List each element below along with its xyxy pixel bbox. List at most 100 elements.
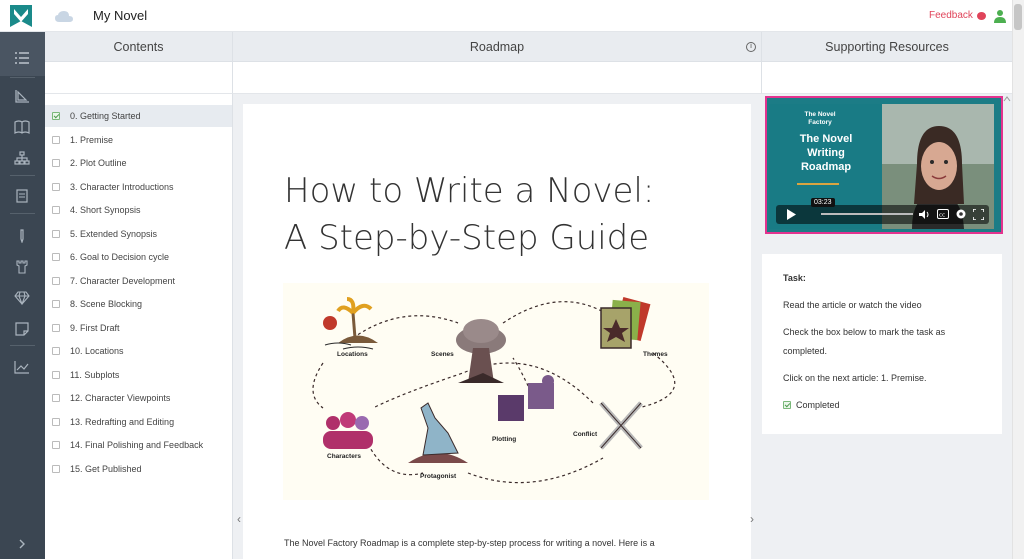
note-icon[interactable] <box>14 322 30 336</box>
contents-item-checkbox[interactable] <box>52 323 60 332</box>
user-icon[interactable] <box>994 9 1006 23</box>
next-arrow-icon[interactable]: › <box>750 512 760 526</box>
expand-icon[interactable] <box>14 537 30 551</box>
contents-item-label: 7. Character Development <box>70 275 176 286</box>
contents-item-checkbox[interactable] <box>52 417 60 426</box>
contents-item[interactable]: 13. Redrafting and Editing <box>45 411 232 433</box>
chart-icon[interactable] <box>14 89 30 103</box>
roadmap-header: Roadmap <box>233 32 762 62</box>
contents-item[interactable]: 4. Short Synopsis <box>45 199 232 221</box>
contents-item-checkbox[interactable] <box>52 464 60 473</box>
article-heading-line-1: How to Write a Novel: <box>284 171 655 211</box>
contents-item[interactable]: 7. Character Development <box>45 270 232 292</box>
contents-header-label: Contents <box>113 39 164 54</box>
contents-item-label: 10. Locations <box>70 346 124 356</box>
contents-toolbar <box>45 62 233 94</box>
roadmap-illustration <box>283 283 709 500</box>
contents-item-label: 8. Scene Blocking <box>70 299 143 309</box>
contents-item-checkbox[interactable] <box>52 370 60 379</box>
contents-item-checkbox[interactable] <box>52 347 60 355</box>
contents-item-checkbox[interactable] <box>52 276 60 285</box>
resources-header: Supporting Resources <box>762 32 1012 62</box>
contents-item[interactable]: 0. Getting Started <box>45 105 232 127</box>
contents-item-label: 2. Plot Outline <box>70 158 127 168</box>
video-time-tooltip: 03:23 <box>811 198 835 207</box>
feedback-link[interactable]: Feedback <box>929 10 986 21</box>
captions-icon[interactable]: cc <box>937 209 949 219</box>
notebook-icon[interactable] <box>14 189 30 203</box>
contents-item-checkbox[interactable] <box>52 182 60 191</box>
illustration-label-plotting: Plotting <box>492 436 517 443</box>
tower-icon[interactable] <box>14 260 30 274</box>
previous-arrow-icon[interactable]: ‹ <box>237 512 247 526</box>
contents-item[interactable]: 15. Get Published <box>45 458 232 480</box>
illustration-label-scenes: Scenes <box>431 351 454 358</box>
completed-checkbox[interactable] <box>783 401 791 409</box>
illustration-label-conflict: Conflict <box>573 431 598 438</box>
contents-item[interactable]: 10. Locations <box>45 340 232 362</box>
contents-item[interactable]: 1. Premise <box>45 129 232 151</box>
contents-item-checkbox[interactable] <box>52 206 60 214</box>
top-bar: My Novel Feedback <box>0 0 1024 32</box>
video-title-divider <box>797 183 839 185</box>
contents-item[interactable]: 2. Plot Outline <box>45 152 232 174</box>
contents-item[interactable]: 8. Scene Blocking <box>45 293 232 315</box>
project-title[interactable]: My Novel <box>93 8 147 23</box>
contents-item[interactable]: 3. Character Introductions <box>45 176 232 198</box>
task-line-1: Read the article or watch the video <box>783 300 922 310</box>
org-chart-icon[interactable] <box>14 151 30 165</box>
fullscreen-icon[interactable] <box>973 209 984 220</box>
completed-toggle[interactable]: Completed <box>783 400 840 410</box>
contents-item[interactable]: 5. Extended Synopsis <box>45 223 232 245</box>
list-icon[interactable] <box>14 51 30 65</box>
left-navigation-rail <box>0 32 45 559</box>
contents-item-label: 4. Short Synopsis <box>70 205 141 215</box>
page-scrollbar[interactable] <box>1012 0 1024 559</box>
contents-item-label: 0. Getting Started <box>70 111 141 121</box>
contents-item[interactable]: 12. Character Viewpoints <box>45 387 232 409</box>
settings-gear-icon[interactable] <box>955 208 967 220</box>
svg-text:cc: cc <box>939 213 945 219</box>
article-body: The Novel Factory Roadmap is a complete … <box>284 538 655 548</box>
contents-item-label: 3. Character Introductions <box>70 181 174 192</box>
contents-item-label: 5. Extended Synopsis <box>70 228 158 239</box>
contents-item[interactable]: 9. First Draft <box>45 317 232 339</box>
trend-icon[interactable] <box>14 360 30 374</box>
contents-item-checkbox[interactable] <box>52 441 60 449</box>
explosion-cloud-icon <box>463 319 499 343</box>
contents-item[interactable]: 6. Goal to Decision cycle <box>45 246 232 268</box>
task-line-2b: completed. <box>783 346 828 356</box>
info-icon[interactable]: i <box>746 42 756 52</box>
contents-item[interactable]: 14. Final Polishing and Feedback <box>45 434 232 456</box>
puzzle-icon <box>542 375 554 387</box>
video-brand-text: The Novel Factory <box>804 111 836 126</box>
contents-item[interactable]: 11. Subplots <box>45 364 232 386</box>
contents-item-checkbox[interactable] <box>52 229 60 238</box>
gem-icon[interactable] <box>14 291 30 305</box>
book-icon[interactable] <box>14 120 30 134</box>
characters-group-icon <box>323 431 373 449</box>
contents-item-label: 6. Goal to Decision cycle <box>70 252 170 262</box>
illustration-label-locations: Locations <box>337 351 368 358</box>
article-heading-line-2: A Step-by-Step Guide <box>284 218 650 258</box>
completed-label: Completed <box>796 400 840 410</box>
resources-toolbar <box>762 62 1012 94</box>
play-icon[interactable] <box>786 209 796 220</box>
novel-factory-logo[interactable] <box>8 3 34 29</box>
pen-icon[interactable] <box>14 229 30 243</box>
resources-header-label: Supporting Resources <box>825 39 949 54</box>
contents-item-checkbox[interactable] <box>52 112 60 120</box>
contents-item-checkbox[interactable] <box>52 394 60 402</box>
task-line-2a: Check the box below to mark the task as <box>783 327 946 337</box>
page-scrollbar-thumb[interactable] <box>1014 4 1022 30</box>
contents-item-checkbox[interactable] <box>52 135 60 144</box>
volume-icon[interactable] <box>919 209 930 220</box>
panel-scroll-up-icon[interactable] <box>1003 96 1011 102</box>
contents-item-checkbox[interactable] <box>52 253 60 261</box>
palm-island-icon <box>338 335 378 343</box>
cloud-sync-icon[interactable] <box>54 9 74 23</box>
contents-item-label: 14. Final Polishing and Feedback <box>70 440 204 450</box>
contents-item-checkbox[interactable] <box>52 159 60 167</box>
video-progress-bar[interactable] <box>821 213 913 215</box>
contents-item-checkbox[interactable] <box>52 300 60 308</box>
